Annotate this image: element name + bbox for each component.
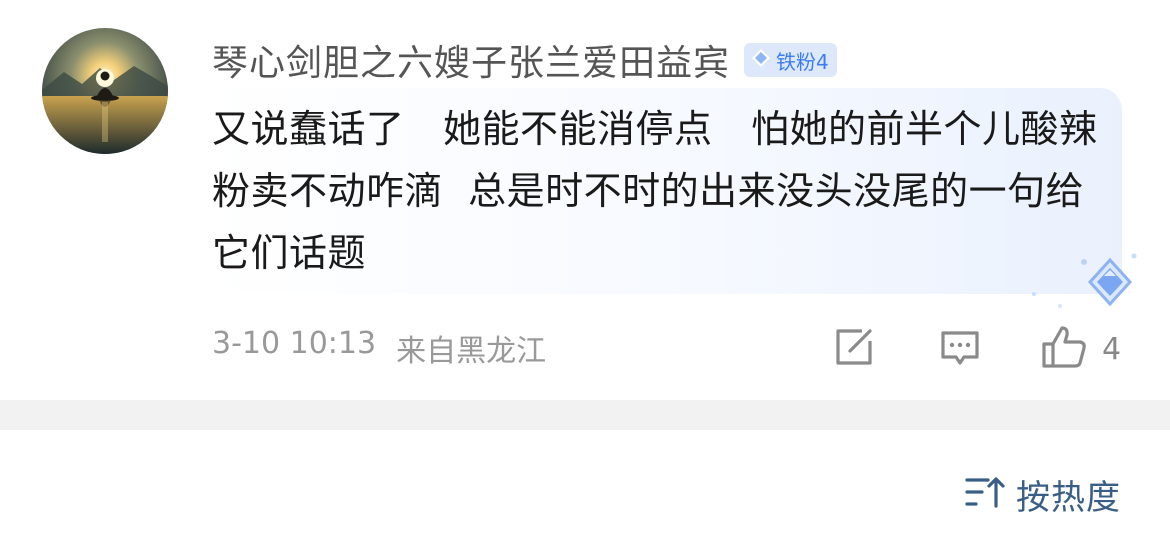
username[interactable]: 琴心剑胆之六嫂子张兰爱田益宾 (212, 34, 730, 86)
reply-button[interactable] (938, 326, 982, 372)
like-button[interactable]: 4 (1040, 326, 1121, 372)
like-count: 4 (1102, 331, 1122, 367)
comment-date: 3-10 10:13 (212, 326, 377, 361)
thumbs-up-icon (1040, 324, 1088, 374)
sort-label: 按热度 (1016, 477, 1121, 518)
avatar-meditation-image (42, 28, 168, 154)
sparkle-diamond-icon (1024, 246, 1154, 322)
comment-text: 又说蠢话了 她能不能消停点 怕她的前半个儿酸辣粉卖不动咋滴 总是时不时的出来没头… (212, 107, 1098, 275)
comment-meta: 3-10 10:13 来自黑龙江 (212, 326, 546, 370)
username-row: 琴心剑胆之六嫂子张兰爱田益宾 铁粉4 (212, 34, 837, 86)
sort-by-hotness-button[interactable]: 按热度 (964, 470, 1121, 518)
comment-card: 琴心剑胆之六嫂子张兰爱田益宾 铁粉4 又说蠢话了 她能不能消停点 怕她的前半个儿… (0, 0, 1170, 400)
comment-location: 来自黑龙江 (396, 334, 547, 369)
user-avatar[interactable] (42, 28, 168, 154)
diamond-icon (750, 47, 772, 74)
section-divider (0, 400, 1170, 430)
sort-icon (964, 472, 1006, 516)
comment-bubble[interactable]: 又说蠢话了 她能不能消停点 怕她的前半个儿酸辣粉卖不动咋滴 总是时不时的出来没头… (198, 88, 1122, 294)
fan-badge-label: 铁粉4 (776, 49, 829, 74)
share-button[interactable] (832, 326, 876, 372)
fan-badge[interactable]: 铁粉4 (744, 43, 837, 77)
share-icon (832, 325, 876, 373)
reply-icon (938, 325, 982, 373)
